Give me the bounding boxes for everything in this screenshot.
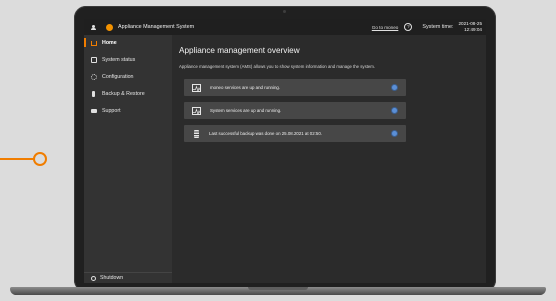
status-card-backup: Last successful backup was done on 25.08… [184,125,406,142]
home-icon [91,40,97,46]
pulse-icon [192,106,201,115]
backup-icon [92,90,95,97]
sidebar-item-system-status[interactable]: System status [84,51,172,68]
sidebar-item-support[interactable]: Support [84,102,172,119]
system-time-label: System time: [422,24,454,30]
laptop-frame: Appliance Management System Go to moneo … [74,6,496,292]
sidebar: Home System status Configuration Backup … [84,35,172,283]
card-text: System services are up and running. [210,108,282,113]
gear-icon [91,73,97,80]
status-card-system: System services are up and running. [184,102,406,119]
app-title: Appliance Management System [118,24,195,30]
sidebar-item-configuration[interactable]: Configuration [84,68,172,85]
card-text: Last successful backup was done on 25.08… [209,131,323,136]
status-ok-icon [392,85,397,90]
power-icon [91,275,96,281]
sidebar-item-label: Backup & Restore [102,90,145,97]
active-indicator [84,38,86,47]
status-ok-icon [392,108,397,113]
card-text: moneo services are up and running. [210,85,281,90]
top-bar: Appliance Management System Go to moneo … [84,19,486,35]
status-ok-icon [392,131,397,136]
sidebar-item-label: Support [102,107,121,114]
connector-line [0,158,34,160]
sidebar-item-label: Home [102,39,117,46]
sidebar-item-backup-restore[interactable]: Backup & Restore [84,85,172,102]
pulse-icon [192,83,201,92]
database-icon [194,129,199,138]
sidebar-item-label: System status [102,56,136,63]
brand-logo [106,23,113,31]
connector-ring [33,152,47,166]
status-card-moneo: moneo services are up and running. [184,79,406,96]
status-icon [91,56,97,63]
help-icon[interactable]: ? [404,23,413,31]
shutdown-button[interactable]: Shutdown [84,272,172,283]
camera-dot [283,10,286,13]
app-screen: Appliance Management System Go to moneo … [84,19,486,283]
go-to-moneo-link[interactable]: Go to moneo [372,25,399,30]
page-description: Appliance management system (AMS) allows… [179,64,376,69]
sidebar-item-label: Configuration [102,73,134,80]
sidebar-item-home[interactable]: Home [84,38,172,47]
system-clock: 12:49:04 [464,27,482,32]
laptop-notch [248,287,308,290]
user-icon[interactable] [91,24,96,30]
main-content: Appliance management overview Appliance … [172,35,486,283]
laptop-base [10,287,546,295]
page-title: Appliance management overview [179,46,300,55]
shutdown-label: Shutdown [100,275,124,281]
chat-icon [91,108,97,113]
system-time-value: 2021-08-25 12:49:04 [459,21,483,33]
